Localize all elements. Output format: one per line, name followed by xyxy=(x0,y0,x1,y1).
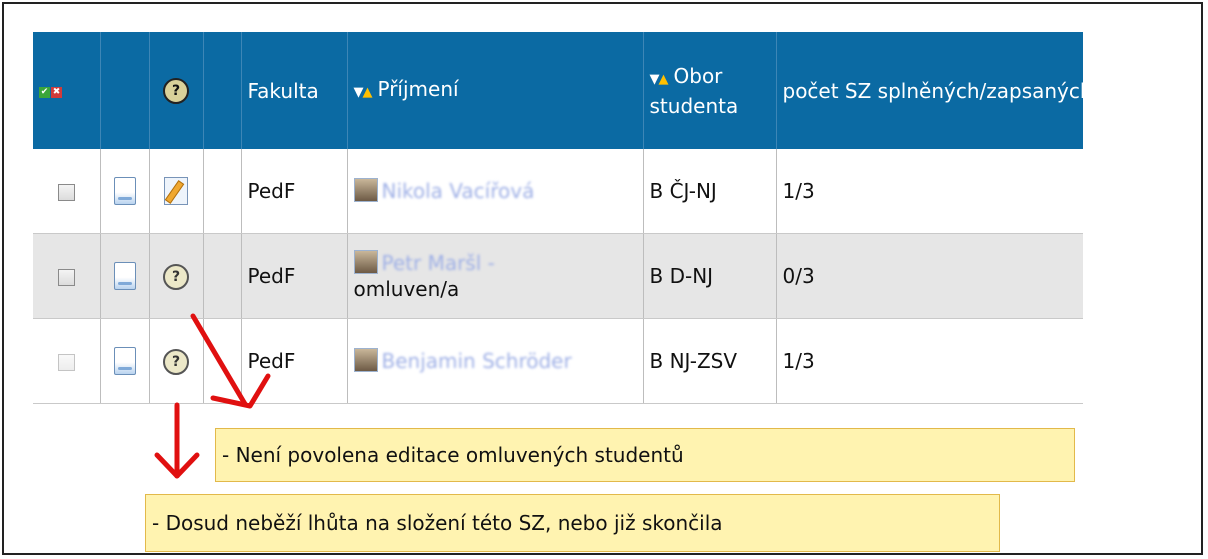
blank-cell xyxy=(203,233,242,319)
table-header-row: ✔ ✖ ? Fakulta ▼▲ Příjmení ▼▲ Obor studenta … xyxy=(33,32,1083,149)
select-cell xyxy=(33,149,101,234)
row-checkbox[interactable] xyxy=(57,184,75,201)
avatar xyxy=(353,348,378,372)
help-icon: ? xyxy=(163,78,189,105)
tooltip-deadline-text: - Dosud neběží lhůta na složení této SZ,… xyxy=(152,511,723,535)
student-name-link[interactable]: Petr Maršl - xyxy=(382,251,495,275)
row-checkbox[interactable] xyxy=(57,354,75,371)
document-icon[interactable] xyxy=(113,347,136,376)
header-select[interactable]: ✔ ✖ xyxy=(33,32,101,149)
count-cell: 1/3 xyxy=(776,318,1083,404)
tooltip-excused-text: - Není povolena editace omluvených stude… xyxy=(222,443,684,467)
table-row: ? PedF Petr Maršl - omluven/a B D-NJ 0/3 xyxy=(33,233,1083,319)
count-cell: 1/3 xyxy=(776,149,1083,234)
detail-cell xyxy=(100,233,150,319)
header-faculty: Fakulta xyxy=(241,32,348,149)
faculty-cell: PedF xyxy=(241,233,348,319)
field-cell: B D-NJ xyxy=(643,233,777,319)
name-cell: Benjamin Schröder xyxy=(347,318,644,404)
tooltip-deadline-not-open: - Dosud neběží lhůta na složení této SZ,… xyxy=(145,494,1000,552)
edit-icon[interactable] xyxy=(164,177,188,206)
avatar xyxy=(353,178,378,202)
blank-cell xyxy=(203,149,242,234)
action-cell: ? xyxy=(149,318,204,404)
sort-arrows-icon[interactable]: ▼▲ xyxy=(354,85,373,100)
excused-label: omluven/a xyxy=(353,277,460,301)
check-cross-icon[interactable]: ✔ ✖ xyxy=(39,86,62,98)
field-cell: B ČJ-NJ xyxy=(643,149,777,234)
sort-arrows-icon[interactable]: ▼▲ xyxy=(650,72,669,87)
document-icon[interactable] xyxy=(113,262,136,291)
action-cell xyxy=(149,149,204,234)
count-cell: 0/3 xyxy=(776,233,1083,319)
tooltip-excused-not-editable: - Není povolena editace omluvených stude… xyxy=(215,428,1075,482)
header-surname-label: Příjmení xyxy=(377,76,459,101)
row-checkbox[interactable] xyxy=(57,269,75,286)
avatar xyxy=(353,250,378,274)
action-cell: ? xyxy=(149,233,204,319)
student-name-link[interactable]: Benjamin Schröder xyxy=(382,349,572,373)
student-name-link[interactable]: Nikola Vacířová xyxy=(382,179,535,203)
header-surname[interactable]: ▼▲ Příjmení xyxy=(347,32,644,149)
help-icon[interactable]: ? xyxy=(163,348,189,375)
name-cell: Nikola Vacířová xyxy=(347,149,644,234)
header-help: ? xyxy=(149,32,204,149)
header-detail xyxy=(100,32,150,149)
table-row: PedF Nikola Vacířová B ČJ-NJ 1/3 xyxy=(33,149,1083,234)
select-cell xyxy=(33,233,101,319)
header-blank xyxy=(203,32,242,149)
select-cell xyxy=(33,318,101,404)
help-icon[interactable]: ? xyxy=(163,263,189,290)
faculty-cell: PedF xyxy=(241,149,348,234)
field-cell: B NJ-ZSV xyxy=(643,318,777,404)
blank-cell xyxy=(203,318,242,404)
faculty-cell: PedF xyxy=(241,318,348,404)
students-table: ✔ ✖ ? Fakulta ▼▲ Příjmení ▼▲ Obor studenta … xyxy=(33,32,1083,420)
header-count: počet SZ splněných/zapsaných xyxy=(776,32,1083,149)
table-row: ? PedF Benjamin Schröder B NJ-ZSV 1/3 xyxy=(33,318,1083,404)
name-cell: Petr Maršl - omluven/a xyxy=(347,233,644,319)
header-field[interactable]: ▼▲ Obor studenta xyxy=(643,32,777,149)
document-icon[interactable] xyxy=(113,177,136,206)
detail-cell xyxy=(100,149,150,234)
detail-cell xyxy=(100,318,150,404)
